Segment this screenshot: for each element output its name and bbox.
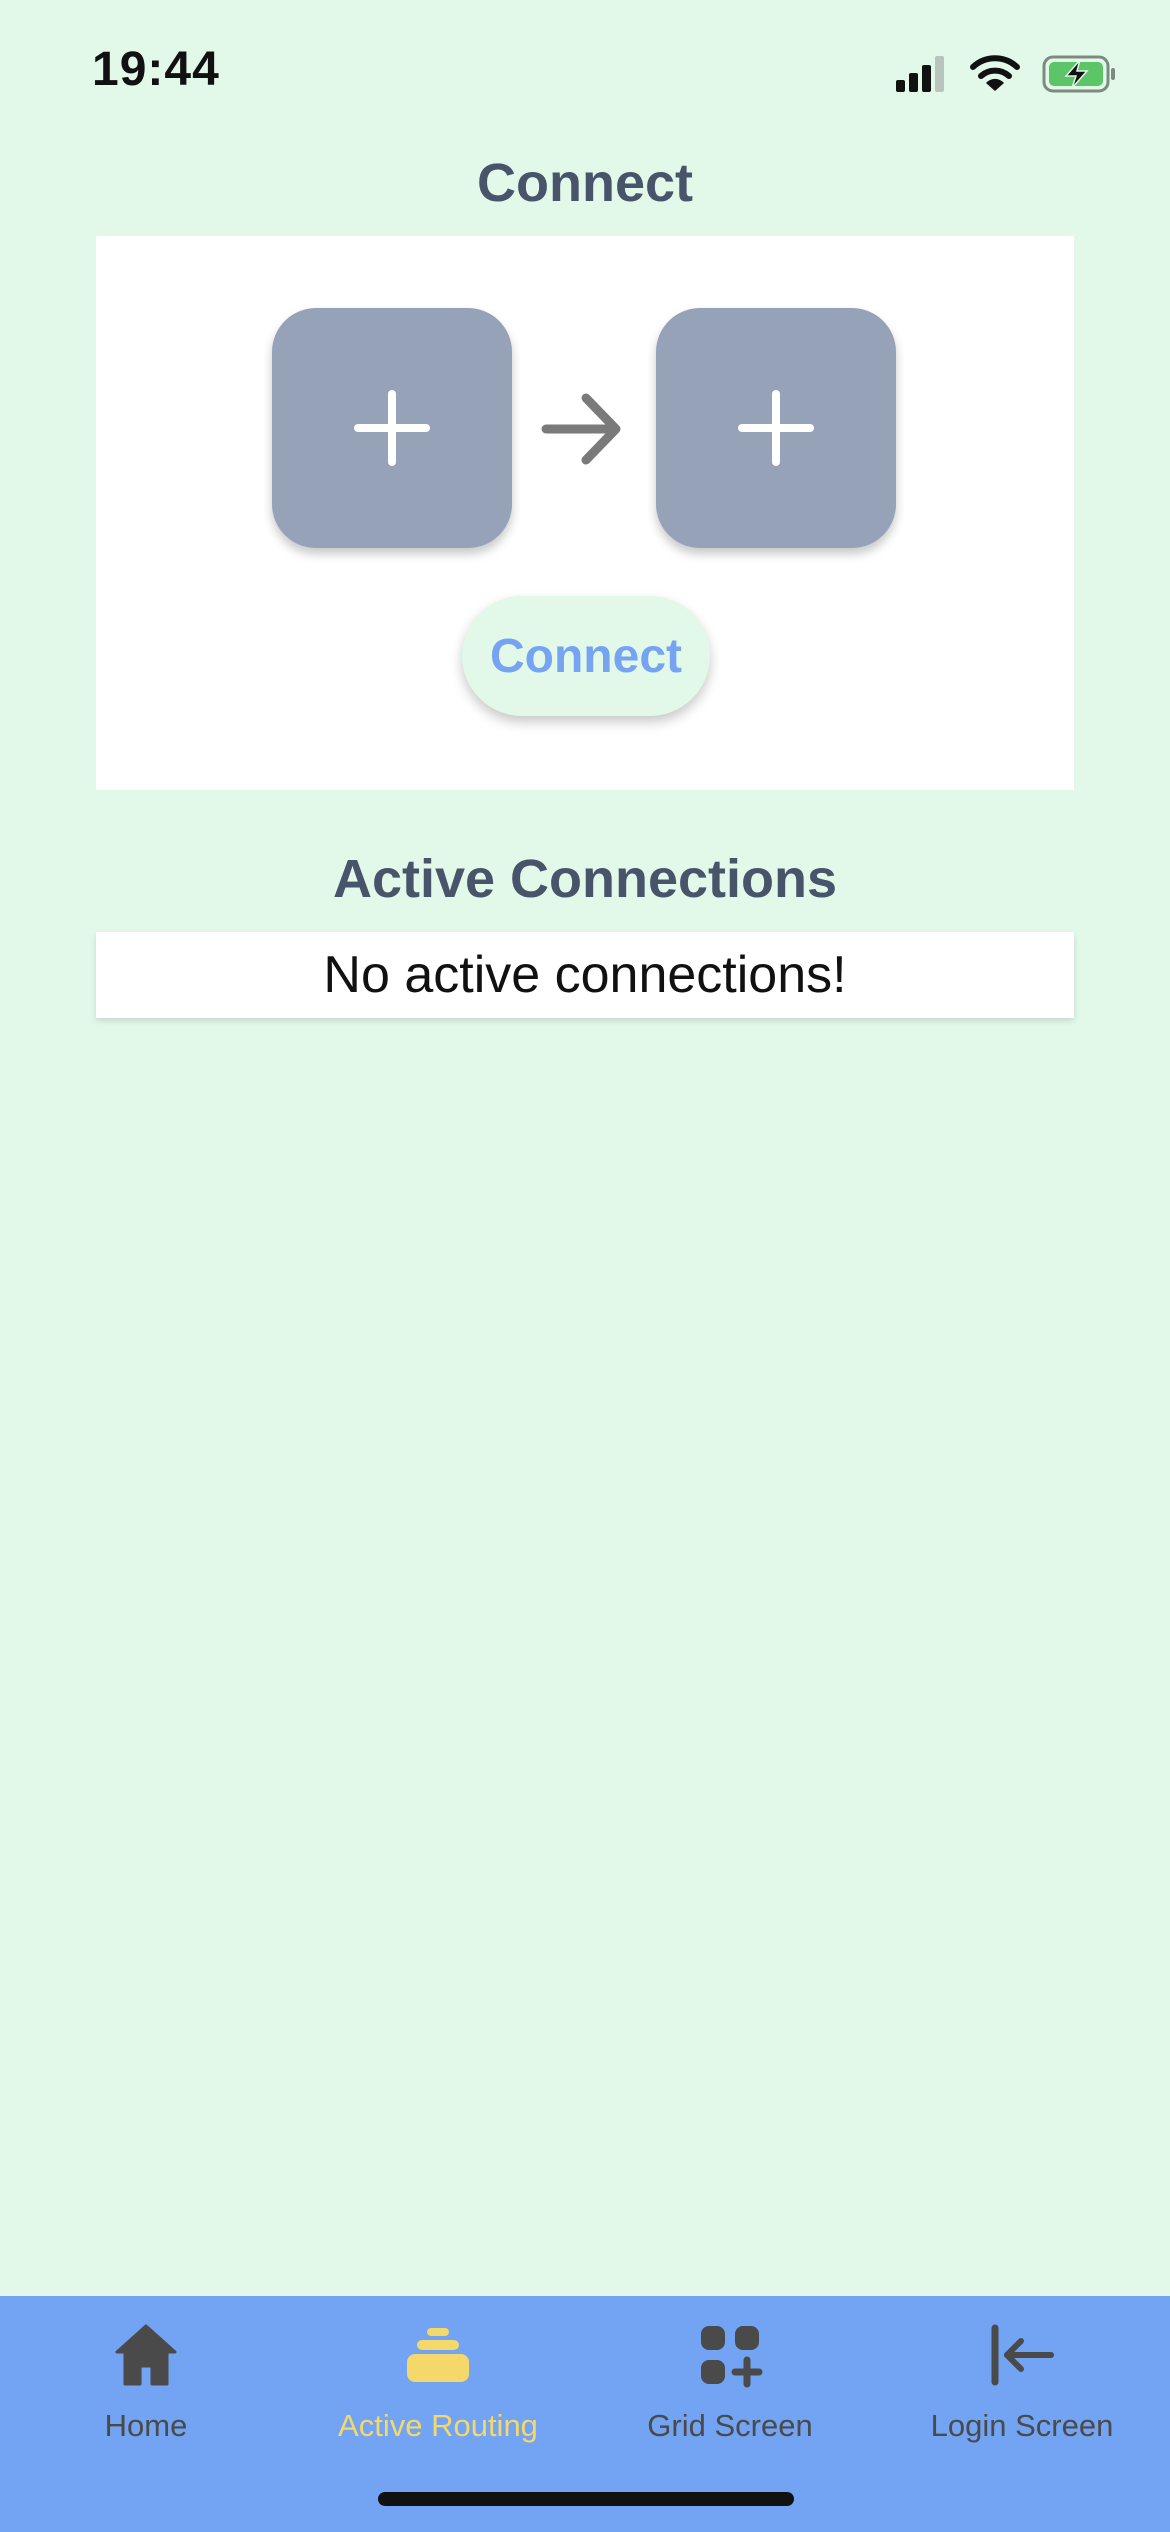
wifi-icon xyxy=(970,55,1020,91)
tab-login-screen[interactable]: Login Screen xyxy=(876,2296,1168,2466)
home-indicator xyxy=(378,2492,794,2506)
grid-add-icon xyxy=(701,2326,763,2388)
arrow-left-to-line-icon xyxy=(991,2324,1054,2386)
tab-login-screen-label: Login Screen xyxy=(930,2408,1114,2443)
tab-active-routing[interactable]: Active Routing xyxy=(292,2296,584,2466)
tab-home[interactable]: Home xyxy=(0,2296,292,2466)
plus-icon xyxy=(354,390,430,466)
tab-home-label: Home xyxy=(104,2408,188,2443)
active-connections-title: Active Connections xyxy=(332,849,838,909)
active-connections-list: No active connections! xyxy=(96,932,1074,1018)
tab-active-routing-label: Active Routing xyxy=(338,2408,538,2443)
target-slot[interactable] xyxy=(656,308,896,548)
battery-charging-icon xyxy=(1042,55,1115,93)
connect-button[interactable]: Connect xyxy=(462,596,710,716)
stack-icon xyxy=(407,2328,469,2382)
connect-card: Connect xyxy=(96,236,1074,790)
status-icons xyxy=(896,52,1118,96)
tab-grid-screen-label: Grid Screen xyxy=(647,2408,813,2443)
tab-grid-screen[interactable]: Grid Screen xyxy=(584,2296,876,2466)
plus-icon xyxy=(738,390,814,466)
status-bar: 19:44 xyxy=(0,0,1170,150)
source-slot[interactable] xyxy=(272,308,512,548)
connect-title: Connect xyxy=(477,153,693,213)
arrow-right-icon xyxy=(541,393,621,465)
cellular-signal-icon xyxy=(896,56,944,92)
home-icon xyxy=(115,2324,177,2386)
empty-connections-message: No active connections! xyxy=(323,946,847,1004)
status-time: 19:44 xyxy=(92,43,220,96)
